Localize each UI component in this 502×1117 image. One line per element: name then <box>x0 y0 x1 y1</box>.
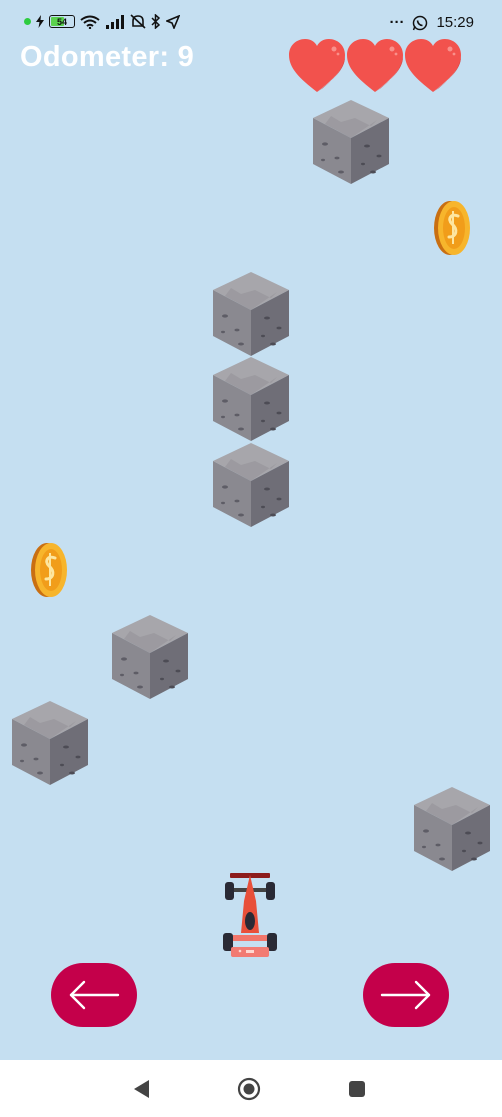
rock-obstacle <box>211 270 291 358</box>
coin-pickup <box>431 199 473 257</box>
right-arrow-icon <box>380 980 431 1010</box>
charging-bolt-icon <box>36 15 44 28</box>
more-dots: ··· <box>389 14 405 31</box>
lives-hearts <box>287 38 461 94</box>
coin-pickup <box>28 541 70 599</box>
steer-left-button[interactable] <box>51 963 137 1027</box>
nav-recents-button[interactable] <box>345 1077 369 1101</box>
recents-square-icon <box>349 1081 365 1097</box>
alarm-off-icon <box>130 14 146 29</box>
rock-obstacle <box>110 613 190 701</box>
whatsapp-icon <box>413 15 428 30</box>
rock-obstacle <box>10 699 90 787</box>
clock: 15:29 <box>436 14 474 31</box>
home-circle-icon <box>237 1077 261 1101</box>
nav-back-button[interactable] <box>130 1077 154 1101</box>
system-nav-bar <box>0 1060 502 1117</box>
nav-home-button[interactable] <box>237 1077 261 1101</box>
bluetooth-icon <box>151 14 161 29</box>
heart-icon <box>403 38 463 94</box>
left-arrow-icon <box>69 980 120 1010</box>
battery-icon: 54 <box>49 15 75 28</box>
location-arrow-icon <box>166 14 180 29</box>
signal-dot-icon <box>24 18 31 25</box>
rock-obstacle <box>211 355 291 443</box>
wifi-icon <box>80 15 100 29</box>
rock-obstacle <box>311 98 391 186</box>
status-right: ··· 15:29 <box>389 14 474 31</box>
player-race-car <box>223 873 277 957</box>
odometer-label: Odometer: 9 <box>20 41 195 73</box>
back-triangle-icon <box>134 1080 149 1098</box>
status-left: 54 <box>24 14 180 29</box>
cell-signal-icon <box>106 14 124 29</box>
heart-icon <box>345 38 405 94</box>
battery-level: 54 <box>56 17 67 27</box>
rock-obstacle <box>412 785 492 873</box>
heart-icon <box>287 38 347 94</box>
rock-obstacle <box>211 441 291 529</box>
steer-right-button[interactable] <box>363 963 449 1027</box>
